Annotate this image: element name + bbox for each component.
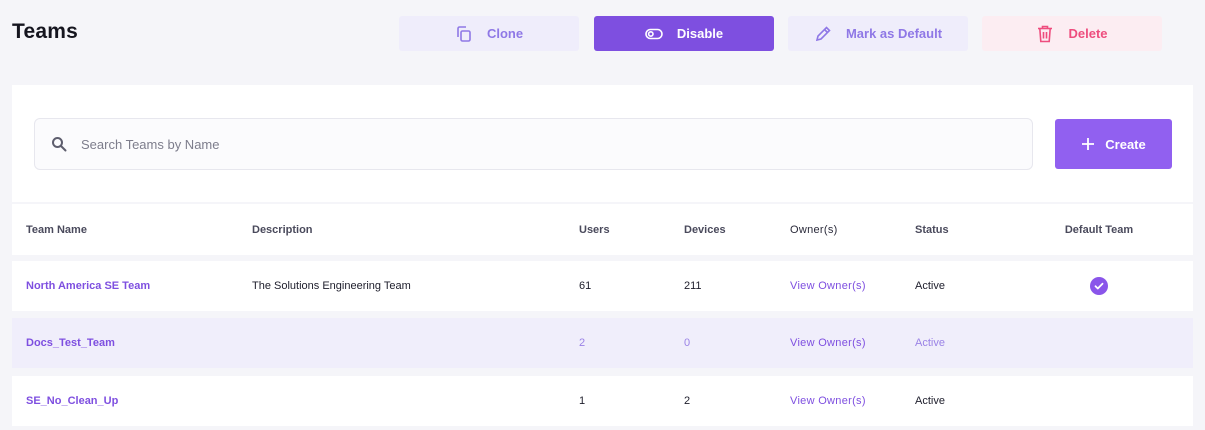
team-users-count: 2	[579, 337, 586, 349]
pencil-icon	[814, 25, 832, 43]
team-name-link[interactable]: North America SE Team	[26, 261, 150, 311]
page-title: Teams	[12, 20, 78, 43]
team-name-link[interactable]: Docs_Test_Team	[26, 318, 115, 368]
search-input[interactable]	[81, 136, 981, 152]
mark-as-default-label: Mark as Default	[845, 26, 943, 41]
trash-icon	[1036, 24, 1054, 44]
column-header-devices[interactable]: Devices	[684, 204, 726, 255]
create-button[interactable]: Create	[1055, 119, 1172, 169]
plus-icon	[1081, 137, 1095, 151]
search-icon	[51, 136, 67, 152]
team-devices-count: 2	[684, 395, 691, 407]
team-users-count: 61	[579, 280, 592, 292]
mark-as-default-button[interactable]: Mark as Default	[788, 16, 968, 51]
clone-label: Clone	[486, 26, 524, 41]
table-header: Team Name Description Users Devices Owne…	[12, 204, 1193, 255]
disable-button[interactable]: Disable	[594, 16, 774, 51]
disable-label: Disable	[676, 26, 724, 41]
team-devices-count: 211	[684, 280, 702, 292]
team-name-link[interactable]: SE_No_Clean_Up	[26, 376, 118, 426]
view-owners-link[interactable]: View Owner(s)	[790, 261, 866, 311]
column-header-owners[interactable]: Owner(s)	[790, 204, 838, 255]
search-bar[interactable]	[34, 118, 1033, 170]
column-header-status[interactable]: Status	[915, 204, 949, 255]
column-header-description[interactable]: Description	[252, 204, 313, 255]
delete-button[interactable]: Delete	[982, 16, 1162, 51]
column-header-team-name[interactable]: Team Name	[26, 204, 87, 255]
team-description: The Solutions Engineering Team	[252, 280, 411, 292]
default-team-indicator	[1060, 261, 1138, 311]
delete-label: Delete	[1068, 26, 1108, 41]
view-owners-link[interactable]: View Owner(s)	[790, 318, 866, 368]
table-row[interactable]: North America SE Team The Solutions Engi…	[12, 261, 1193, 311]
create-label: Create	[1105, 136, 1146, 152]
view-owners-link[interactable]: View Owner(s)	[790, 376, 866, 426]
team-status: Active	[915, 395, 945, 407]
table-row[interactable]: Docs_Test_Team 2 0 View Owner(s) Active	[12, 318, 1193, 368]
search-card: Create	[12, 85, 1193, 202]
team-status: Active	[915, 280, 945, 292]
table-row[interactable]: SE_No_Clean_Up 1 2 View Owner(s) Active	[12, 376, 1193, 426]
check-circle-icon	[1090, 277, 1108, 295]
copy-icon	[455, 25, 473, 43]
column-header-default-team[interactable]: Default Team	[1060, 204, 1138, 255]
team-users-count: 1	[579, 395, 586, 407]
column-header-users[interactable]: Users	[579, 204, 610, 255]
clone-button[interactable]: Clone	[399, 16, 579, 51]
team-devices-count: 0	[684, 337, 691, 349]
toggle-icon	[645, 28, 663, 40]
team-status: Active	[915, 337, 945, 349]
